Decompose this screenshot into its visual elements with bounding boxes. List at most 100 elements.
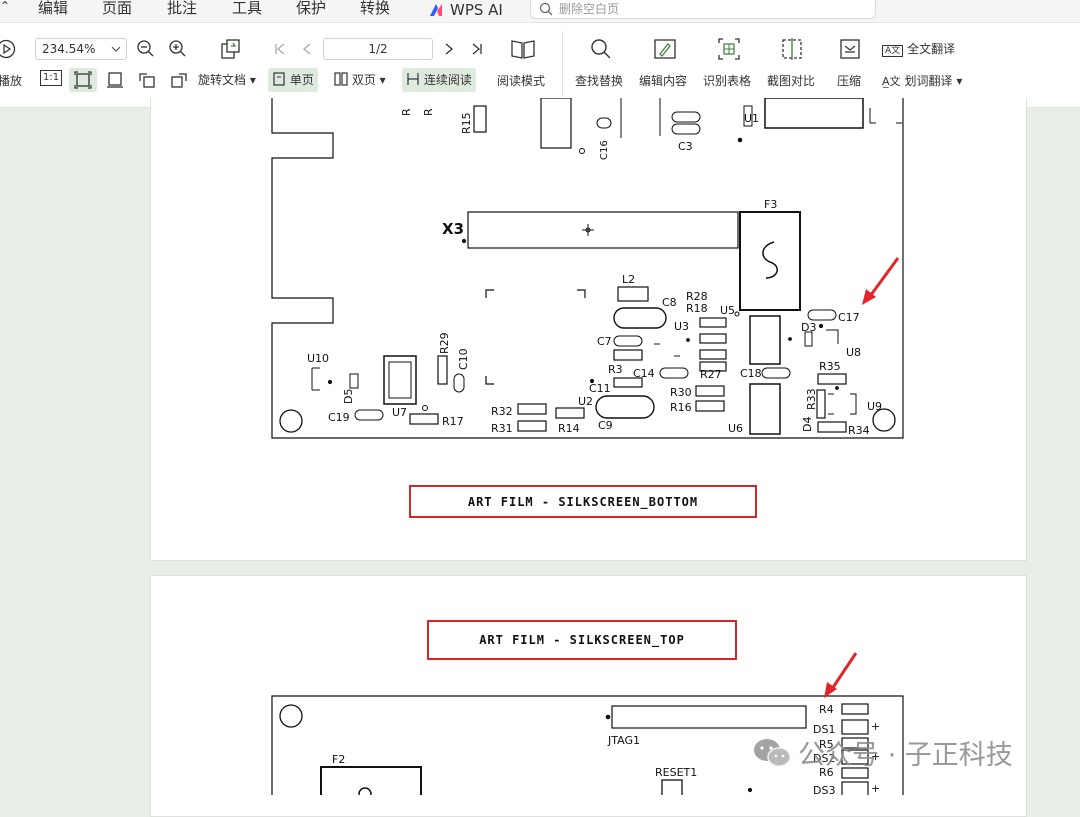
label-c7: C7 bbox=[597, 335, 612, 348]
translate-icon: A文 bbox=[882, 45, 904, 57]
recognize-table-button[interactable]: 识别表格 bbox=[703, 72, 751, 89]
edit-content-button[interactable]: 编辑内容 bbox=[639, 72, 687, 89]
label-c19: C19 bbox=[328, 411, 350, 424]
menu-annotate[interactable]: 批注 bbox=[167, 0, 197, 20]
caption-silkscreen-bottom: ART FILM - SILKSCREEN_BOTTOM bbox=[409, 485, 757, 518]
menu-tools[interactable]: 工具 bbox=[232, 0, 262, 20]
red-arrow-annotation-1 bbox=[862, 257, 900, 305]
compress-icon[interactable] bbox=[838, 37, 862, 61]
watermark-text: 公众号 · 子正科技 bbox=[798, 740, 1013, 771]
label-jtag1: JTAG1 bbox=[607, 734, 640, 747]
fit-page-icon bbox=[74, 71, 92, 89]
menu-bar: ⌃ 编辑 页面 批注 工具 保护 转换 WPS AI bbox=[0, 0, 1080, 23]
menu-edit[interactable]: 编辑 bbox=[38, 0, 68, 20]
label-r14: R14 bbox=[558, 422, 580, 435]
label-r4: R4 bbox=[819, 703, 834, 716]
chevron-icon[interactable]: ⌃ bbox=[0, 0, 10, 18]
label-r18: R18 bbox=[686, 302, 708, 315]
label-ds3: DS3 bbox=[813, 784, 835, 795]
reading-mode-icon[interactable] bbox=[510, 37, 536, 61]
zoom-out-icon[interactable] bbox=[136, 39, 156, 59]
edit-content-icon[interactable] bbox=[653, 37, 677, 61]
label-r-top-b: R bbox=[422, 108, 435, 116]
menu-protect[interactable]: 保护 bbox=[296, 0, 326, 20]
search-input[interactable] bbox=[559, 2, 859, 16]
menu-wps-ai[interactable]: WPS AI bbox=[428, 0, 503, 20]
zoom-in-icon[interactable] bbox=[168, 39, 188, 59]
single-page-label: 单页 bbox=[289, 73, 314, 87]
word-translate-button[interactable]: A̲文 划词翻译 ▾ bbox=[882, 72, 962, 89]
label-c10: C10 bbox=[457, 348, 470, 370]
full-translate-label: 全文翻译 bbox=[907, 42, 956, 56]
label-u7: U7 bbox=[392, 406, 407, 419]
page-number-input[interactable]: 1/2 bbox=[323, 38, 433, 60]
rotate-page-icon[interactable] bbox=[218, 37, 242, 61]
label-c11: C11 bbox=[589, 382, 611, 395]
find-replace-icon[interactable] bbox=[589, 37, 613, 61]
wps-ai-logo-icon bbox=[430, 4, 442, 16]
label-u10: U10 bbox=[307, 352, 329, 365]
label-u6: U6 bbox=[728, 422, 743, 435]
label-r27: R27 bbox=[700, 368, 722, 381]
rotate-document-label: 旋转文档 bbox=[198, 73, 247, 87]
label-r30: R30 bbox=[670, 386, 692, 399]
label-x3: X3 bbox=[442, 220, 464, 238]
actual-size-button[interactable]: 1:1 bbox=[40, 70, 63, 86]
continuous-reading-label: 连续阅读 bbox=[423, 73, 472, 87]
double-page-icon bbox=[334, 72, 348, 86]
word-translate-label: 划词翻译 bbox=[904, 74, 953, 88]
double-page-label: 双页 bbox=[351, 73, 376, 87]
label-c16: C16 bbox=[599, 140, 610, 160]
label-r32: R32 bbox=[491, 405, 513, 418]
fit-width-icon[interactable] bbox=[106, 71, 124, 89]
double-page-button[interactable]: 双页 ▾ bbox=[330, 68, 390, 92]
continuous-reading-button[interactable]: 连续阅读 bbox=[402, 68, 476, 92]
label-r17: R17 bbox=[442, 415, 464, 428]
label-c3: C3 bbox=[678, 140, 693, 153]
label-reset1: RESET1 bbox=[655, 766, 697, 779]
rotate-document-button[interactable]: 旋转文档 ▾ bbox=[194, 68, 260, 92]
search-box[interactable] bbox=[530, 0, 876, 19]
label-f2: F2 bbox=[332, 753, 345, 766]
first-page-icon[interactable] bbox=[273, 42, 287, 56]
full-translate-button[interactable]: A文 全文翻译 bbox=[882, 40, 955, 57]
label-l2: L2 bbox=[622, 273, 635, 286]
reading-mode-button[interactable]: 阅读模式 bbox=[497, 72, 545, 89]
rotate-right-icon[interactable] bbox=[170, 71, 188, 89]
rotate-left-icon[interactable] bbox=[138, 71, 156, 89]
label-r29: R29 bbox=[438, 332, 451, 354]
find-replace-button[interactable]: 查找替换 bbox=[575, 72, 623, 89]
play-button[interactable]: 播放 bbox=[0, 72, 22, 89]
label-u5: U5 bbox=[720, 304, 735, 317]
menu-page[interactable]: 页面 bbox=[102, 0, 132, 20]
continuous-reading-icon bbox=[407, 73, 419, 85]
label-c8: C8 bbox=[662, 296, 677, 309]
zoom-value: 234.54% bbox=[42, 42, 96, 56]
menu-convert[interactable]: 转换 bbox=[360, 0, 390, 20]
label-r3: R3 bbox=[608, 363, 623, 376]
label-c17: C17 bbox=[838, 311, 860, 324]
last-page-icon[interactable] bbox=[470, 42, 484, 56]
next-page-icon[interactable] bbox=[442, 42, 456, 56]
label-ds1-plus: + bbox=[871, 720, 880, 733]
word-translate-icon: A̲文 bbox=[882, 75, 901, 88]
zoom-select[interactable]: 234.54% bbox=[35, 38, 127, 60]
label-r15: R15 bbox=[460, 112, 473, 134]
recognize-table-icon[interactable] bbox=[717, 37, 741, 61]
single-page-button[interactable]: 单页 bbox=[268, 68, 318, 92]
label-r-top-a: R bbox=[400, 108, 413, 116]
fit-page-button[interactable] bbox=[69, 68, 97, 92]
screenshot-compare-button[interactable]: 截图对比 bbox=[767, 72, 815, 89]
label-u2: U2 bbox=[578, 395, 593, 408]
compress-button[interactable]: 压缩 bbox=[837, 72, 861, 89]
label-f3: F3 bbox=[764, 198, 777, 211]
label-c9: C9 bbox=[598, 419, 613, 432]
screenshot-compare-icon[interactable] bbox=[780, 37, 804, 61]
previous-page-icon[interactable] bbox=[300, 42, 314, 56]
label-d4: D4 bbox=[801, 417, 814, 432]
wechat-logo-icon bbox=[754, 738, 791, 767]
play-icon[interactable] bbox=[0, 39, 16, 59]
wps-ai-label: WPS AI bbox=[450, 1, 503, 19]
red-arrow-annotation-2 bbox=[824, 652, 858, 698]
label-r16: R16 bbox=[670, 401, 692, 414]
